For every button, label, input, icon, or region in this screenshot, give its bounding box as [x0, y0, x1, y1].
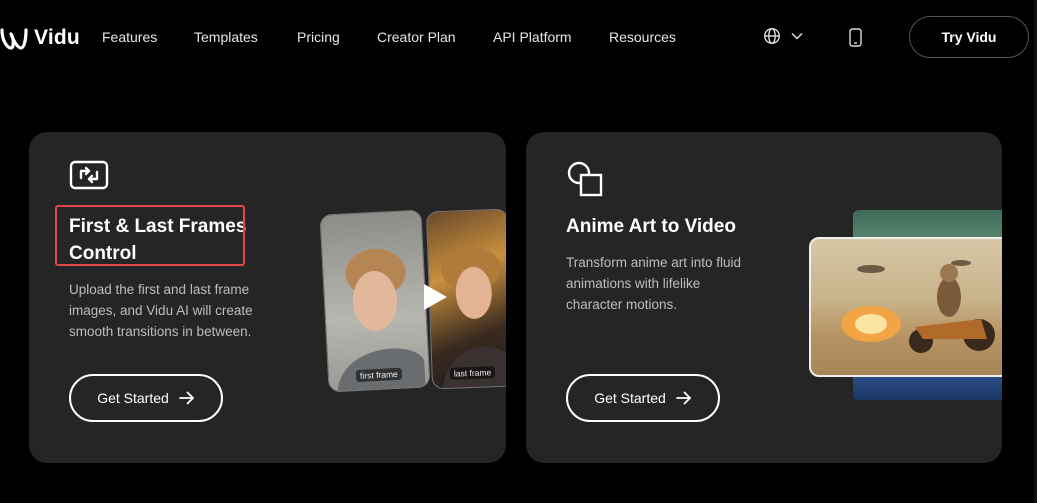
- vidu-logo[interactable]: Vidu: [0, 24, 80, 52]
- description-line: Transform anime art into fluid: [566, 255, 742, 270]
- arrow-right-icon: [178, 391, 195, 405]
- anime-scene-illustration: [841, 260, 995, 353]
- button-label: Get Started: [594, 390, 666, 406]
- try-vidu-button[interactable]: Try Vidu: [909, 16, 1029, 58]
- nav-pricing[interactable]: Pricing: [297, 29, 340, 45]
- shapes-icon: [566, 160, 604, 203]
- nav-api-platform[interactable]: API Platform: [493, 29, 572, 45]
- first-frame-label: first frame: [355, 367, 403, 383]
- portrait-illustration: [337, 248, 426, 392]
- first-frame-image: first frame: [319, 209, 431, 393]
- button-label: Get Started: [97, 390, 169, 406]
- logo-text: Vidu: [34, 26, 80, 49]
- description-line: smooth transitions in between.: [69, 324, 252, 339]
- language-selector[interactable]: [763, 27, 803, 45]
- chevron-down-icon: [791, 32, 803, 40]
- globe-icon: [763, 27, 781, 45]
- description-line: images, and Vidu AI will create: [69, 303, 253, 318]
- frames-icon: [69, 160, 109, 195]
- description-line: character motions.: [566, 297, 678, 312]
- nav-templates[interactable]: Templates: [194, 29, 258, 45]
- description-line: animations with lifelike: [566, 276, 701, 291]
- vidu-logo-icon: [0, 28, 28, 50]
- get-started-button[interactable]: Get Started: [69, 374, 223, 422]
- nav-creator-plan[interactable]: Creator Plan: [377, 29, 456, 45]
- nav-features[interactable]: Features: [102, 29, 157, 45]
- card-title: Anime Art to Video: [566, 216, 736, 237]
- mobile-app-button[interactable]: [849, 28, 862, 47]
- highlight-box: [55, 205, 245, 266]
- arrow-right-icon: [675, 391, 692, 405]
- play-icon[interactable]: [421, 282, 449, 317]
- nav-resources[interactable]: Resources: [609, 29, 676, 45]
- anime-motorcycle-image: [809, 237, 1002, 377]
- description-line: Upload the first and last frame: [69, 282, 250, 297]
- card-description: Upload the first and last frame images, …: [69, 279, 253, 342]
- top-navigation: Vidu Features Templates Pricing Creator …: [0, 0, 1037, 76]
- get-started-button[interactable]: Get Started: [566, 374, 720, 422]
- last-frame-label: last frame: [449, 366, 496, 380]
- feature-card-anime-art: Anime Art to Video Transform anime art i…: [526, 132, 1002, 463]
- phone-icon: [849, 28, 862, 47]
- feature-card-first-last-frames: First & Last Frames Control Upload the f…: [29, 132, 506, 463]
- card-description: Transform anime art into fluid animation…: [566, 252, 741, 315]
